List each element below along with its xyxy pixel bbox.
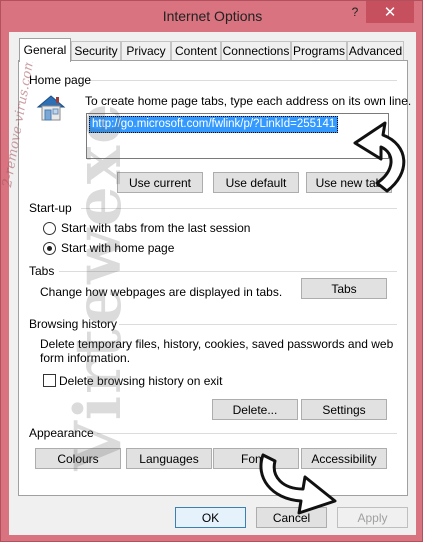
delete-button[interactable]: Delete...	[212, 399, 298, 420]
home-page-url-input[interactable]: http://go.microsoft.com/fwlink/p/?LinkId…	[86, 113, 389, 159]
tab-connections[interactable]: Connections	[221, 41, 291, 61]
general-tab-panel: Home page To create home page tabs, type…	[18, 60, 412, 496]
help-icon[interactable]: ?	[344, 1, 366, 23]
startup-divider	[81, 208, 397, 209]
browsing-history-description-line1: Delete temporary files, history, cookies…	[40, 337, 394, 351]
use-new-tab-button[interactable]: Use new tab	[306, 172, 392, 193]
tabs-description: Change how webpages are displayed in tab…	[40, 285, 283, 299]
startup-group-label: Start-up	[29, 201, 72, 215]
use-default-button[interactable]: Use default	[213, 172, 299, 193]
close-icon[interactable]: ✕	[366, 1, 414, 23]
delete-on-exit-label[interactable]: Delete browsing history on exit	[59, 374, 222, 388]
browsing-history-divider	[119, 324, 397, 325]
title-bar[interactable]: Internet Options ? ✕	[1, 1, 423, 33]
start-home-page-label[interactable]: Start with home page	[61, 241, 174, 255]
tab-programs[interactable]: Programs	[291, 41, 347, 61]
apply-button[interactable]: Apply	[337, 507, 408, 528]
appearance-group-label: Appearance	[29, 426, 94, 440]
browsing-history-description-line2: form information.	[40, 351, 131, 365]
home-page-instructions: To create home page tabs, type each addr…	[85, 94, 412, 108]
start-home-page-radio[interactable]	[43, 242, 56, 255]
home-page-divider	[91, 80, 397, 81]
internet-options-window: Internet Options ? ✕ General Security Pr…	[0, 0, 423, 542]
delete-on-exit-checkbox[interactable]	[43, 374, 56, 387]
home-page-url-value: http://go.microsoft.com/fwlink/p/?LinkId…	[89, 116, 339, 133]
fonts-button[interactable]: Fonts	[213, 448, 299, 469]
appearance-divider	[97, 433, 397, 434]
tabs-settings-button[interactable]: Tabs	[301, 278, 387, 299]
tab-privacy[interactable]: Privacy	[121, 41, 171, 61]
house-icon	[34, 92, 68, 124]
tab-advanced[interactable]: Advanced	[347, 41, 404, 61]
tab-general[interactable]: General	[19, 38, 71, 62]
tab-security[interactable]: Security	[71, 41, 121, 61]
tabs-group-label: Tabs	[29, 264, 55, 278]
tabs-divider	[59, 271, 397, 272]
start-last-session-label[interactable]: Start with tabs from the last session	[61, 221, 250, 235]
start-last-session-radio[interactable]	[43, 222, 56, 235]
settings-button[interactable]: Settings	[301, 399, 387, 420]
home-page-group-label: Home page	[29, 73, 92, 87]
colours-button[interactable]: Colours	[35, 448, 121, 469]
browsing-history-group-label: Browsing history	[29, 317, 118, 331]
accessibility-button[interactable]: Accessibility	[301, 448, 387, 469]
use-current-button[interactable]: Use current	[117, 172, 203, 193]
tab-content[interactable]: Content	[171, 41, 221, 61]
cancel-button[interactable]: Cancel	[256, 507, 327, 528]
ok-button[interactable]: OK	[175, 507, 246, 528]
languages-button[interactable]: Languages	[126, 448, 212, 469]
